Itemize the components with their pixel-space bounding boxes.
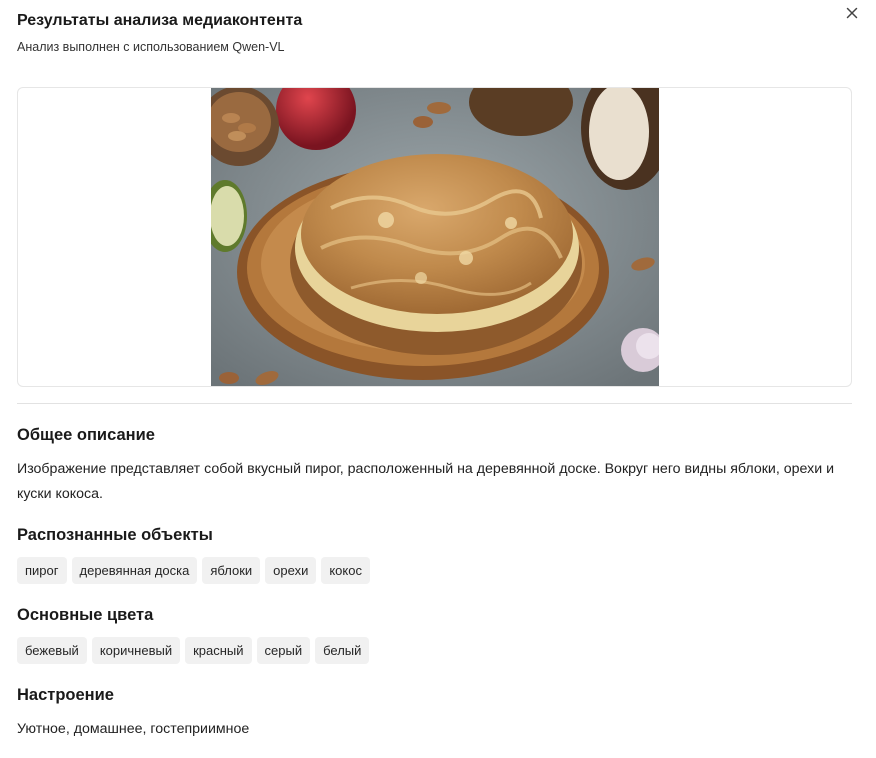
colors-tag-list: бежевый коричневый красный серый белый xyxy=(17,637,370,664)
description-heading: Общее описание xyxy=(17,426,155,444)
object-tag: орехи xyxy=(265,557,317,584)
object-tag: деревянная доска xyxy=(71,557,198,584)
color-tag: бежевый xyxy=(17,637,87,664)
objects-heading: Распознанные объекты xyxy=(17,526,213,544)
close-button[interactable] xyxy=(842,3,862,23)
description-text: Изображение представляет собой вкусный п… xyxy=(17,461,834,502)
media-preview xyxy=(17,87,852,387)
close-icon xyxy=(846,7,858,19)
object-tag: кокос xyxy=(321,557,370,584)
color-tag: серый xyxy=(256,637,311,664)
object-tag: яблоки xyxy=(202,557,261,584)
section-divider xyxy=(17,403,852,404)
modal-header: Результаты анализа медиаконтента Анализ … xyxy=(17,11,302,55)
color-tag: красный xyxy=(185,637,252,664)
analysis-results-modal: Результаты анализа медиаконтента Анализ … xyxy=(0,0,876,758)
mood-heading: Настроение xyxy=(17,686,114,704)
modal-subtitle: Анализ выполнен с использованием Qwen-VL xyxy=(17,40,285,54)
mood-text: Уютное, домашнее, гостеприимное xyxy=(17,721,250,737)
color-tag: коричневый xyxy=(91,637,181,664)
objects-tag-list: пирог деревянная доска яблоки орехи коко… xyxy=(17,557,370,584)
analyzed-photo xyxy=(211,88,659,386)
colors-heading: Основные цвета xyxy=(17,606,154,624)
object-tag: пирог xyxy=(17,557,67,584)
color-tag: белый xyxy=(315,637,370,664)
modal-title: Результаты анализа медиаконтента xyxy=(17,12,303,29)
